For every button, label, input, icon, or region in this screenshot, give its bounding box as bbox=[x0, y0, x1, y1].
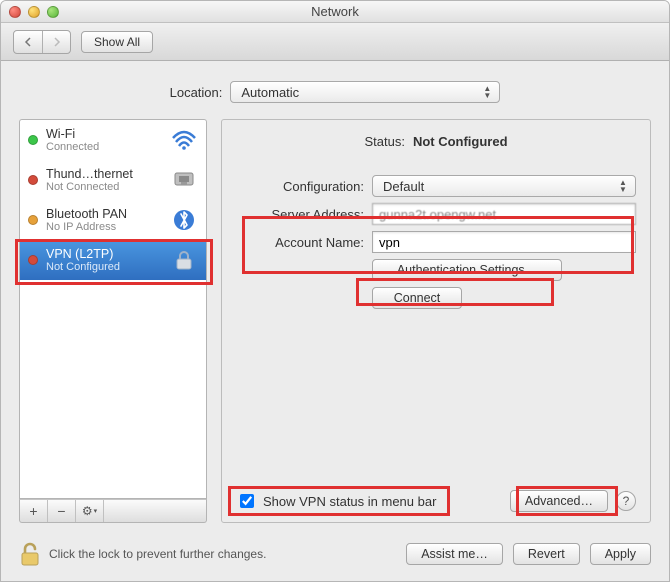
sidebar-item-label: Wi-Fi bbox=[46, 127, 162, 141]
account-name-label: Account Name: bbox=[236, 235, 364, 250]
status-value: Not Configured bbox=[413, 134, 508, 149]
minus-icon: − bbox=[57, 503, 65, 519]
vpn-lock-icon bbox=[170, 246, 198, 274]
help-button[interactable]: ? bbox=[616, 491, 636, 511]
advanced-button[interactable]: Advanced… bbox=[510, 490, 608, 512]
sidebar-item-label: Bluetooth PAN bbox=[46, 207, 162, 221]
authentication-settings-button[interactable]: Authentication Settings… bbox=[372, 259, 562, 281]
lock-text: Click the lock to prevent further change… bbox=[49, 547, 266, 561]
location-row: Location: Automatic ▲▼ bbox=[19, 81, 651, 103]
back-button[interactable] bbox=[14, 31, 42, 53]
status-dot-icon bbox=[28, 215, 38, 225]
forward-button[interactable] bbox=[42, 31, 70, 53]
location-popup[interactable]: Automatic ▲▼ bbox=[230, 81, 500, 103]
footer: Click the lock to prevent further change… bbox=[1, 533, 669, 581]
assist-me-button[interactable]: Assist me… bbox=[406, 543, 503, 565]
status-dot-icon bbox=[28, 255, 38, 265]
lock-icon[interactable] bbox=[19, 541, 41, 567]
sidebar-item-bluetooth-pan[interactable]: Bluetooth PAN No IP Address bbox=[20, 200, 206, 240]
apply-button[interactable]: Apply bbox=[590, 543, 651, 565]
status-label: Status: bbox=[364, 134, 404, 149]
revert-label: Revert bbox=[528, 547, 565, 561]
sidebar-item-status: Not Configured bbox=[46, 261, 162, 273]
status-dot-icon bbox=[28, 135, 38, 145]
account-name-input[interactable] bbox=[372, 231, 636, 253]
ethernet-icon bbox=[170, 166, 198, 194]
titlebar: Network bbox=[1, 1, 669, 23]
vpn-form: Configuration: Default ▲▼ Server Address… bbox=[236, 175, 636, 309]
zoom-icon[interactable] bbox=[47, 6, 59, 18]
sidebar-item-status: Connected bbox=[46, 141, 162, 153]
location-value: Automatic bbox=[241, 85, 299, 100]
detail-panel: Status: Not Configured Configuration: De… bbox=[221, 119, 651, 523]
server-address-input[interactable] bbox=[372, 203, 636, 225]
bluetooth-icon bbox=[170, 206, 198, 234]
add-service-button[interactable]: + bbox=[20, 500, 48, 522]
sidebar-buttons: + − ⚙▾ bbox=[19, 499, 207, 523]
apply-label: Apply bbox=[605, 547, 636, 561]
sidebar-item-label: Thund…thernet bbox=[46, 167, 162, 181]
minimize-icon[interactable] bbox=[28, 6, 40, 18]
content: Location: Automatic ▲▼ Wi-Fi Connected bbox=[1, 61, 669, 533]
columns: Wi-Fi Connected Thund…thernet Not Connec… bbox=[19, 119, 651, 523]
sidebar-item-label: VPN (L2TP) bbox=[46, 247, 162, 261]
auth-settings-label: Authentication Settings… bbox=[397, 263, 537, 277]
show-vpn-status-input[interactable] bbox=[240, 494, 254, 508]
server-address-label: Server Address: bbox=[236, 207, 364, 222]
revert-button[interactable]: Revert bbox=[513, 543, 580, 565]
sidebar-item-status: No IP Address bbox=[46, 221, 162, 233]
gear-icon: ⚙▾ bbox=[82, 504, 97, 518]
network-prefs-window: Network Show All Location: Automatic ▲▼ bbox=[0, 0, 670, 582]
plus-icon: + bbox=[29, 503, 37, 519]
close-icon[interactable] bbox=[9, 6, 21, 18]
configuration-popup[interactable]: Default ▲▼ bbox=[372, 175, 636, 197]
sidebar: Wi-Fi Connected Thund…thernet Not Connec… bbox=[19, 119, 207, 523]
status-row: Status: Not Configured bbox=[236, 134, 636, 149]
traffic-lights bbox=[9, 6, 59, 18]
toolbar: Show All bbox=[1, 23, 669, 61]
connect-label: Connect bbox=[394, 291, 441, 305]
wifi-icon bbox=[170, 126, 198, 154]
remove-service-button[interactable]: − bbox=[48, 500, 76, 522]
configuration-label: Configuration: bbox=[236, 179, 364, 194]
show-all-label: Show All bbox=[94, 35, 140, 49]
nav-segmented bbox=[13, 30, 71, 54]
show-vpn-status-checkbox[interactable]: Show VPN status in menu bar bbox=[236, 491, 436, 511]
lock-row: Click the lock to prevent further change… bbox=[19, 541, 396, 567]
advanced-label: Advanced… bbox=[525, 494, 593, 508]
sidebar-item-wifi[interactable]: Wi-Fi Connected bbox=[20, 120, 206, 160]
chevron-updown-icon: ▲▼ bbox=[615, 178, 631, 194]
connect-button[interactable]: Connect bbox=[372, 287, 462, 309]
location-label: Location: bbox=[170, 85, 223, 100]
chevron-updown-icon: ▲▼ bbox=[479, 84, 495, 100]
sidebar-item-status: Not Connected bbox=[46, 181, 162, 193]
service-action-button[interactable]: ⚙▾ bbox=[76, 500, 104, 522]
detail-bottom-row: Show VPN status in menu bar Advanced… ? bbox=[236, 490, 636, 512]
assist-me-label: Assist me… bbox=[421, 547, 488, 561]
configuration-value: Default bbox=[383, 179, 424, 194]
status-dot-icon bbox=[28, 175, 38, 185]
show-all-button[interactable]: Show All bbox=[81, 31, 153, 53]
sidebar-item-vpn[interactable]: VPN (L2TP) Not Configured bbox=[20, 240, 206, 280]
service-list: Wi-Fi Connected Thund…thernet Not Connec… bbox=[19, 119, 207, 499]
help-icon: ? bbox=[623, 494, 630, 508]
show-vpn-status-label: Show VPN status in menu bar bbox=[263, 494, 436, 509]
sidebar-item-thunderbolt-ethernet[interactable]: Thund…thernet Not Connected bbox=[20, 160, 206, 200]
window-title: Network bbox=[1, 4, 669, 19]
